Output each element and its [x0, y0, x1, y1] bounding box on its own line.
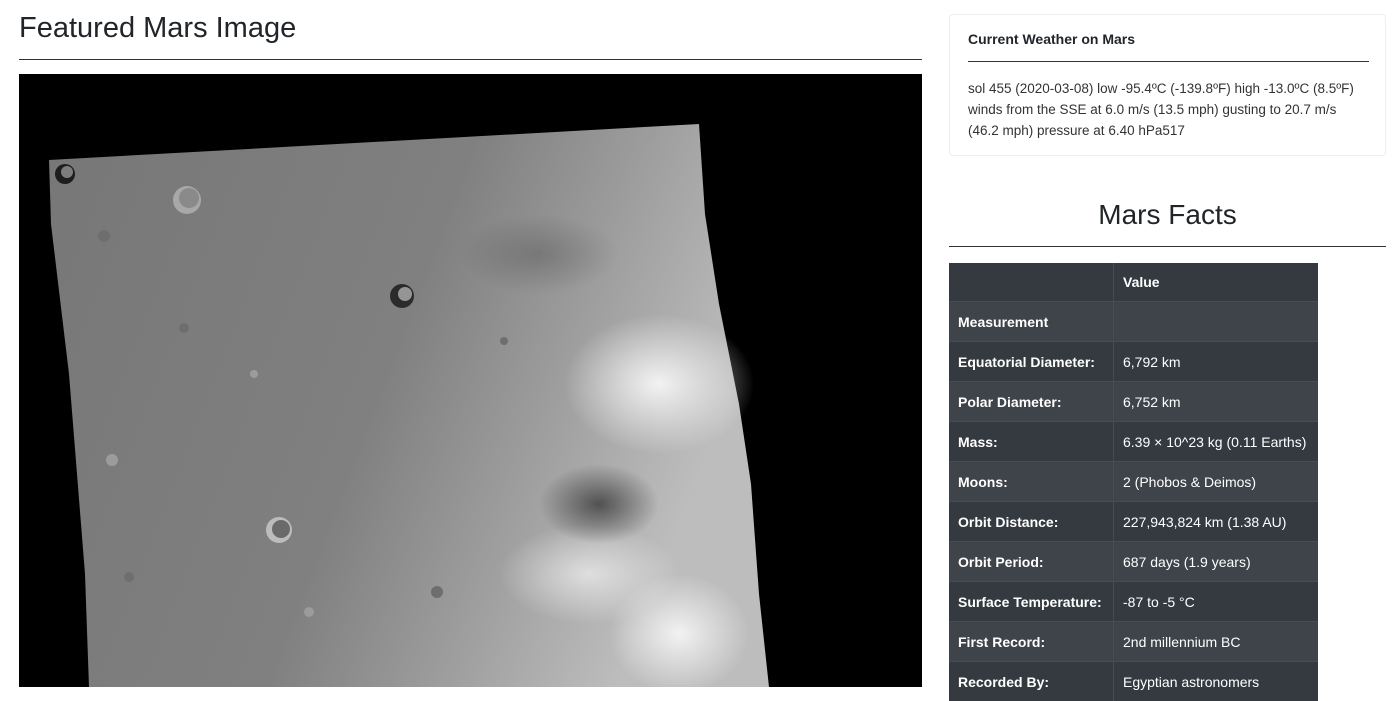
table-header-value: Value — [1114, 263, 1319, 302]
fact-label: First Record: — [949, 622, 1114, 662]
fact-value: Egyptian astronomers — [1114, 662, 1319, 701]
fact-label: Orbit Distance: — [949, 502, 1114, 542]
featured-image-title: Featured Mars Image — [19, 10, 296, 46]
weather-card: Current Weather on Mars sol 455 (2020-03… — [949, 14, 1386, 156]
mars-surface-image — [19, 74, 922, 687]
table-row: First Record: 2nd millennium BC — [949, 622, 1318, 662]
table-row: Polar Diameter: 6,752 km — [949, 382, 1318, 422]
fact-value: 6,792 km — [1114, 342, 1319, 382]
mars-facts-table: Value Measurement Equatorial Diameter: 6… — [949, 263, 1318, 701]
fact-label: Surface Temperature: — [949, 582, 1114, 622]
sidebar: Current Weather on Mars sol 455 (2020-03… — [949, 0, 1386, 687]
table-row: Surface Temperature: -87 to -5 °C — [949, 582, 1318, 622]
fact-value: 2 (Phobos & Deimos) — [1114, 462, 1319, 502]
table-header-empty — [949, 263, 1114, 302]
featured-mars-image[interactable] — [19, 74, 922, 687]
table-row: Mass: 6.39 × 10^23 kg (0.11 Earths) — [949, 422, 1318, 462]
facts-divider — [949, 246, 1386, 247]
table-index-empty — [1114, 302, 1319, 342]
weather-divider — [968, 61, 1369, 62]
fact-label: Equatorial Diameter: — [949, 342, 1114, 382]
fact-label: Mass: — [949, 422, 1114, 462]
weather-title: Current Weather on Mars — [968, 31, 1135, 47]
weather-report: sol 455 (2020-03-08) low -95.4ºC (-139.8… — [968, 78, 1360, 141]
table-index-row: Measurement — [949, 302, 1318, 342]
fact-value: 6.39 × 10^23 kg (0.11 Earths) — [1114, 422, 1319, 462]
table-row: Orbit Distance: 227,943,824 km (1.38 AU) — [949, 502, 1318, 542]
featured-title-divider — [19, 59, 922, 60]
fact-label: Recorded By: — [949, 662, 1114, 701]
mars-facts-title: Mars Facts — [949, 197, 1386, 233]
fact-value: -87 to -5 °C — [1114, 582, 1319, 622]
table-row: Equatorial Diameter: 6,792 km — [949, 342, 1318, 382]
fact-label: Polar Diameter: — [949, 382, 1114, 422]
featured-image-section: Featured Mars Image — [19, 0, 922, 687]
fact-value: 6,752 km — [1114, 382, 1319, 422]
table-row: Moons: 2 (Phobos & Deimos) — [949, 462, 1318, 502]
fact-label: Moons: — [949, 462, 1114, 502]
fact-value: 227,943,824 km (1.38 AU) — [1114, 502, 1319, 542]
fact-value: 2nd millennium BC — [1114, 622, 1319, 662]
table-index-label: Measurement — [949, 302, 1114, 342]
fact-value: 687 days (1.9 years) — [1114, 542, 1319, 582]
table-header-row: Value — [949, 263, 1318, 302]
table-row: Recorded By: Egyptian astronomers — [949, 662, 1318, 701]
table-row: Orbit Period: 687 days (1.9 years) — [949, 542, 1318, 582]
fact-label: Orbit Period: — [949, 542, 1114, 582]
